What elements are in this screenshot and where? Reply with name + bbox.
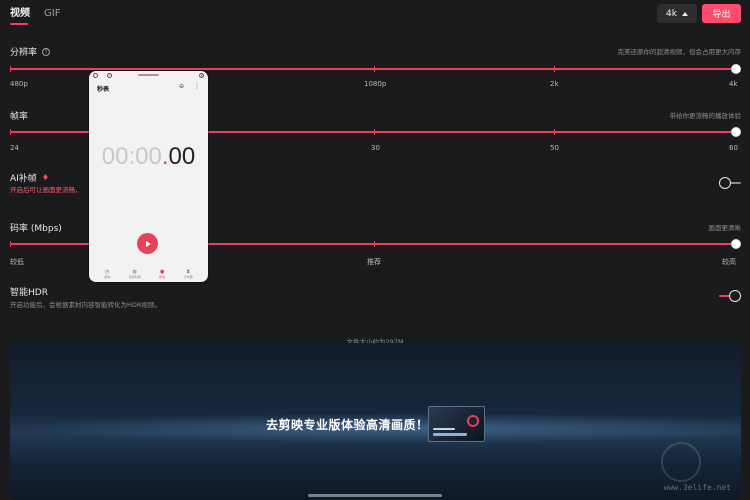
- nav-timer[interactable]: ⧗ 计时器: [184, 269, 193, 282]
- toggle-thumb: [729, 290, 741, 302]
- info-icon[interactable]: ?: [42, 47, 51, 56]
- toggle-thumb: [719, 177, 731, 189]
- tab-video[interactable]: 视频: [10, 7, 30, 21]
- ai-frame-note: 开启后可让画面更流畅，: [10, 186, 82, 194]
- resolution-title: 分辨率 ?: [10, 45, 51, 58]
- framerate-title: 帧率: [10, 109, 28, 122]
- hdr-title: 智能HDR: [10, 285, 48, 298]
- hdr-title-text: 智能HDR: [10, 288, 48, 298]
- diamond-icon: ♦: [41, 173, 49, 182]
- pro-app-thumbnail: [428, 406, 485, 442]
- nav-label: 闹钟: [104, 275, 111, 279]
- framerate-hint: 带给你更流畅的播放体验: [669, 112, 742, 120]
- framerate-title-text: 帧率: [10, 112, 29, 122]
- start-button[interactable]: [137, 233, 158, 254]
- tick-label: 24: [10, 144, 19, 152]
- active-tab-indicator: [10, 23, 28, 25]
- tick-label: 1080p: [364, 80, 387, 88]
- close-icon[interactable]: [93, 73, 98, 78]
- tick-label: 480p: [10, 80, 28, 88]
- nav-label: 秒表: [159, 275, 166, 279]
- more-icon[interactable]: ⋮: [194, 83, 200, 90]
- close-icon[interactable]: ×: [199, 73, 204, 78]
- slider-tick: [554, 128, 555, 135]
- time-centiseconds: 00: [168, 143, 196, 170]
- export-button[interactable]: 导出: [702, 4, 741, 23]
- tick-label: 30: [371, 144, 380, 152]
- thumbnail-ring: [467, 415, 479, 427]
- slider-tick: [10, 240, 11, 247]
- slider-tick: [374, 240, 375, 247]
- resolution-select-value: 4k: [666, 8, 677, 19]
- hdr-toggle[interactable]: [719, 290, 742, 302]
- nav-stopwatch[interactable]: ● 秒表: [159, 269, 165, 282]
- slider-tick: [374, 128, 375, 135]
- ai-frame-toggle[interactable]: [719, 177, 742, 189]
- resolution-select[interactable]: 4k: [657, 4, 697, 23]
- tick-label: 50: [550, 144, 559, 152]
- time-separator: .: [161, 143, 169, 170]
- banner-text: 去剪映专业版体验高清画质！: [266, 418, 429, 432]
- nav-world-clock[interactable]: ◍ 世界时钟: [129, 269, 141, 282]
- tick-label: 4k: [729, 80, 738, 88]
- nav-label: 世界时钟: [128, 275, 141, 279]
- bitrate-title-text: 码率 (Mbps): [10, 224, 62, 234]
- resolution-title-text: 分辨率: [10, 48, 38, 58]
- caret-up-icon: [681, 11, 688, 16]
- minimize-icon[interactable]: –: [107, 73, 112, 78]
- ai-frame-title: AI补帧 ♦: [10, 171, 49, 184]
- nav-alarm[interactable]: ◷ 闹钟: [104, 269, 110, 282]
- tick-label: 较高: [722, 258, 736, 266]
- stopwatch-title: 秒表: [97, 86, 110, 93]
- thumbnail-bar: [433, 433, 467, 436]
- window-titlebar[interactable]: – ×: [89, 71, 208, 80]
- ai-frame-title-text: AI补帧: [10, 174, 37, 184]
- tick-label: 2k: [550, 80, 559, 88]
- tick-label: 推荐: [367, 258, 381, 266]
- home-indicator[interactable]: [308, 494, 442, 497]
- bitrate-title: 码率 (Mbps): [10, 221, 62, 234]
- pro-version-banner[interactable]: 去剪映专业版体验高清画质！ www.3elife.net: [10, 343, 741, 500]
- resolution-hint: 完美还原你的超清视频，但会占用更大内存: [617, 48, 742, 56]
- nav-label: 计时器: [183, 275, 193, 279]
- resolution-slider-knob[interactable]: [731, 64, 741, 74]
- drag-handle[interactable]: [138, 74, 159, 76]
- tab-gif[interactable]: GIF: [44, 7, 60, 21]
- format-tabs: 视频 GIF: [10, 7, 60, 21]
- hdr-note: 开启功能后，会根据素材内容智能转化为HDR视频。: [10, 301, 161, 309]
- framerate-slider-knob[interactable]: [731, 127, 741, 137]
- lap-icon[interactable]: ⊖: [179, 83, 184, 90]
- resolution-slider[interactable]: [10, 65, 736, 72]
- watermark-logo: [661, 442, 701, 482]
- time-minutes-seconds: 00:00: [101, 143, 162, 170]
- watermark-text: www.3elife.net: [663, 483, 731, 492]
- slider-tick: [554, 65, 555, 72]
- slider-tick: [10, 128, 11, 135]
- stopwatch-time: 00:00.00: [89, 143, 208, 171]
- tick-label: 60: [729, 144, 738, 152]
- slider-tick: [10, 65, 11, 72]
- stopwatch-floating-window[interactable]: – × 秒表 ⊖ ⋮ 00:00.00 ◷ 闹钟 ◍ 世界时钟 ● 秒表 ⧗ 计时器: [89, 71, 208, 282]
- slider-tick: [374, 65, 375, 72]
- bitrate-hint: 画面更清晰: [708, 224, 742, 232]
- play-icon: [146, 240, 151, 247]
- tick-label: 较低: [10, 258, 24, 266]
- bitrate-slider-knob[interactable]: [731, 239, 741, 249]
- stopwatch-nav: ◷ 闹钟 ◍ 世界时钟 ● 秒表 ⧗ 计时器: [89, 269, 208, 282]
- thumbnail-bar: [433, 428, 455, 430]
